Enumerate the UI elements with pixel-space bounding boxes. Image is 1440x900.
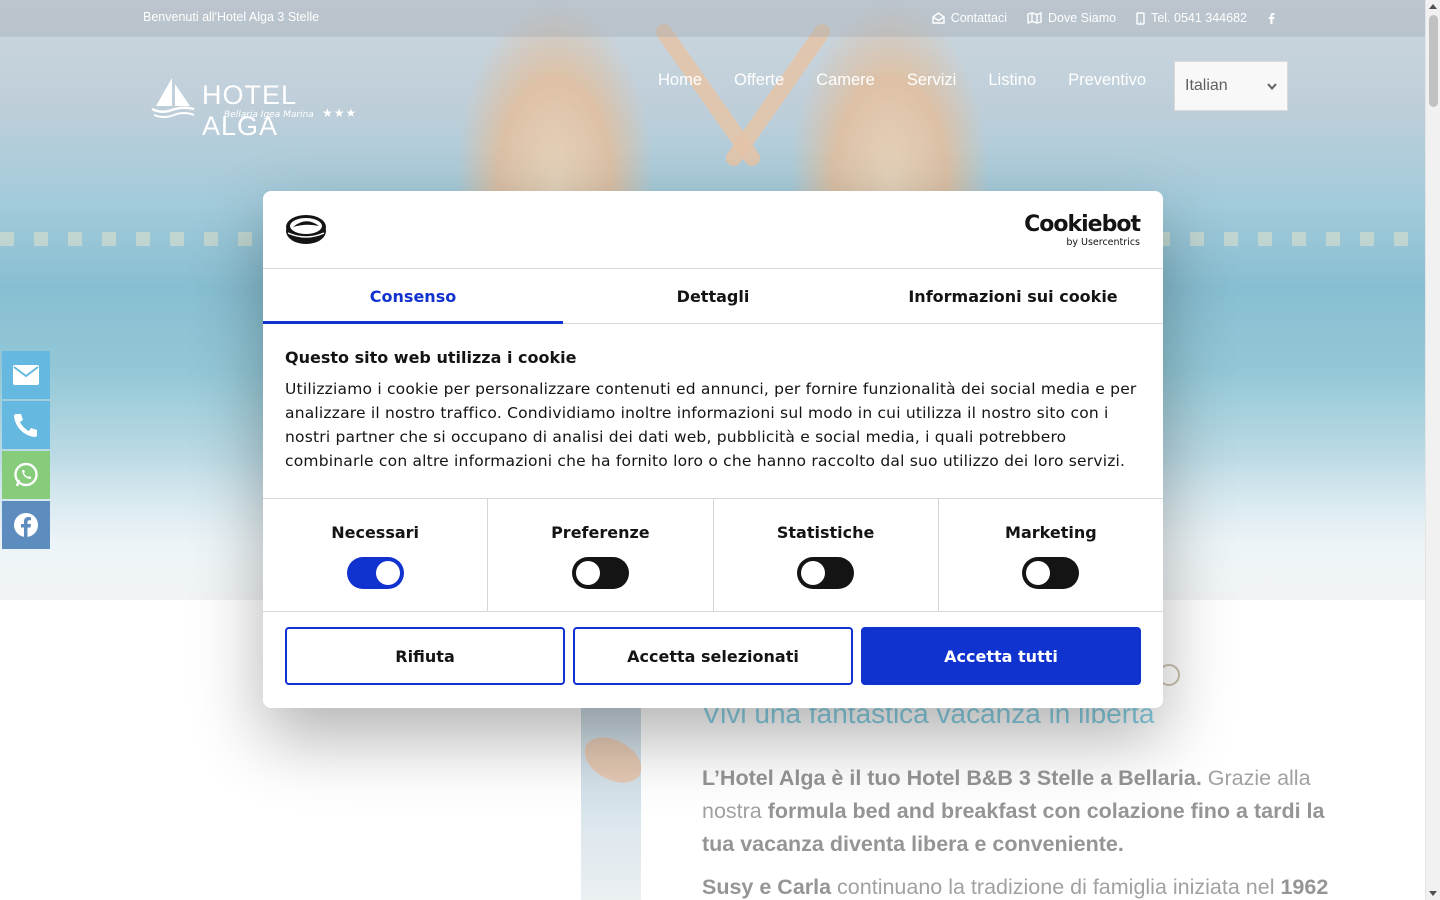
scroll-thumb[interactable] [1429, 15, 1438, 107]
scroll-down-arrow[interactable] [1429, 891, 1437, 896]
cookie-consent-dialog: Cookiebot by Usercentrics Consenso Detta… [263, 191, 1163, 708]
statistiche-toggle[interactable] [797, 557, 855, 589]
cookiebot-brand-sub: by Usercentrics [1066, 237, 1140, 248]
consent-heading: Questo sito web utilizza i cookie [285, 348, 577, 367]
page-scrollbar[interactable] [1425, 0, 1440, 900]
reject-button[interactable]: Rifiuta [285, 627, 565, 685]
category-label: Preferenze [551, 523, 650, 542]
preferenze-toggle[interactable] [571, 557, 629, 589]
consent-text: Questo sito web utilizza i cookie Utiliz… [263, 324, 1163, 499]
tab-consenso[interactable]: Consenso [263, 269, 563, 324]
cookie-tabs: Consenso Dettagli Informazioni sui cooki… [263, 269, 1163, 324]
necessari-toggle[interactable] [346, 557, 404, 589]
tab-informazioni[interactable]: Informazioni sui cookie [863, 269, 1163, 323]
consent-description: Utilizziamo i cookie per personalizzare … [285, 380, 1137, 470]
category-preferenze: Preferenze [488, 499, 714, 611]
category-label: Necessari [331, 523, 420, 542]
accept-selected-button[interactable]: Accetta selezionati [573, 627, 853, 685]
dialog-header: Cookiebot by Usercentrics [263, 191, 1163, 269]
category-label: Marketing [1005, 523, 1097, 542]
category-necessari: Necessari [263, 499, 489, 611]
cookie-categories: Necessari Preferenze Statistiche Marketi… [263, 499, 1163, 612]
category-statistiche: Statistiche [714, 499, 939, 611]
category-marketing: Marketing [939, 499, 1163, 611]
scroll-up-arrow[interactable] [1429, 4, 1437, 9]
cookie-actions: Rifiuta Accetta selezionati Accetta tutt… [263, 612, 1163, 700]
tab-dettagli[interactable]: Dettagli [563, 269, 863, 323]
accept-all-button[interactable]: Accetta tutti [861, 627, 1141, 685]
cookiebot-logo[interactable]: Cookiebot by Usercentrics [1024, 212, 1141, 249]
marketing-toggle[interactable] [1022, 557, 1080, 589]
cookiebot-brand: Cookiebot [1024, 212, 1141, 237]
category-label: Statistiche [776, 523, 875, 542]
site-logo-icon [286, 215, 326, 244]
